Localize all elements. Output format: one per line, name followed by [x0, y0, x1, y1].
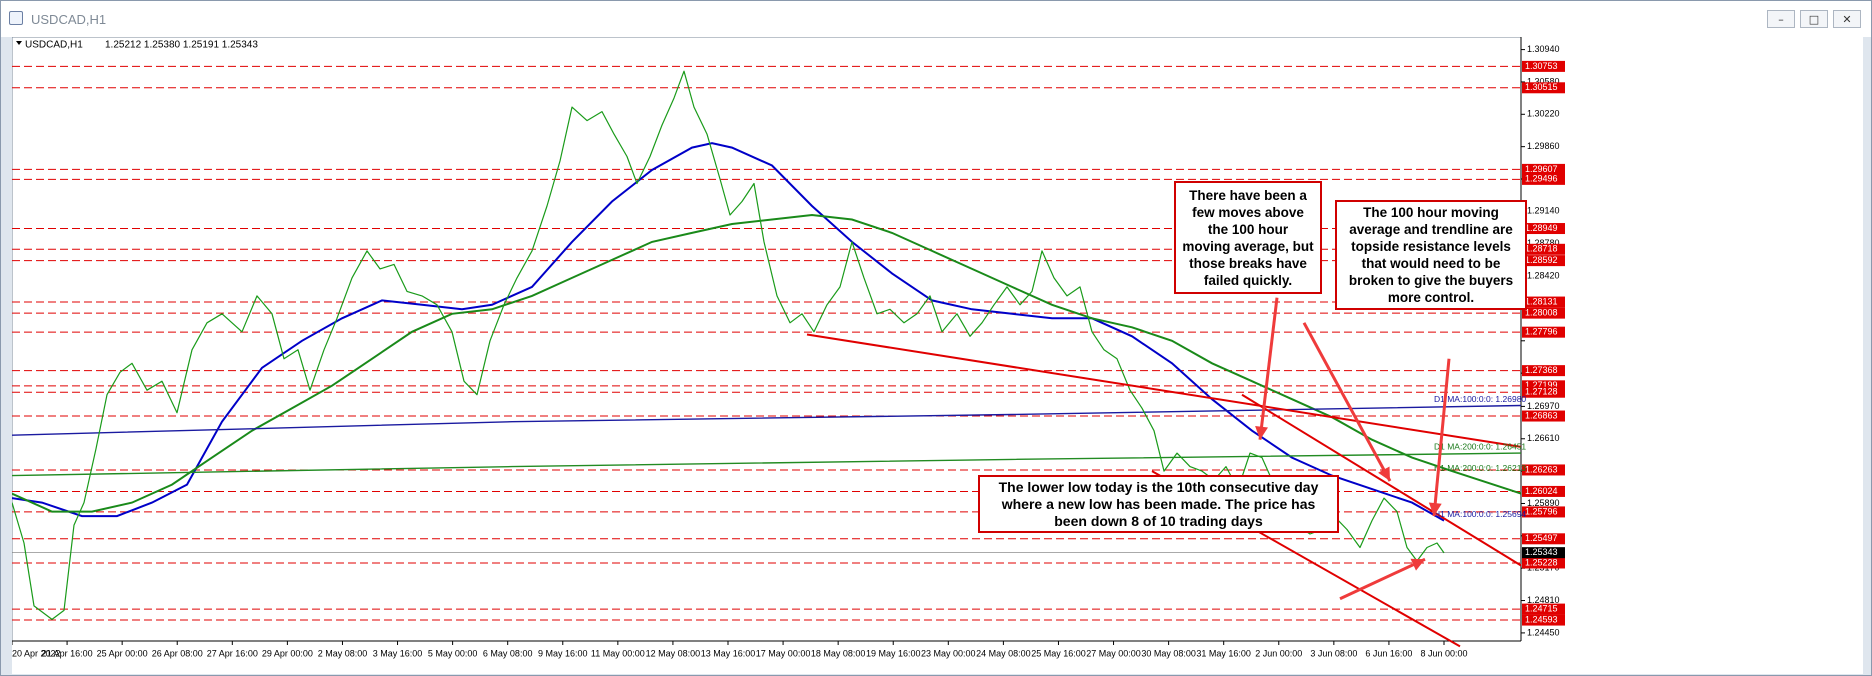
time-tick-label-12: 12 May 08:00 — [646, 648, 701, 658]
current-price-value: 1.25343 — [1525, 547, 1558, 557]
callout-resistance: The 100 hour moving average and trendlin… — [1335, 200, 1527, 310]
time-tick-label-14: 17 May 00:00 — [756, 648, 811, 658]
sr-level-value-7: 1.28131 — [1525, 296, 1558, 306]
chart-symbol: USDCAD,H1 — [25, 40, 83, 51]
time-tick-label-18: 24 May 08:00 — [976, 648, 1031, 658]
price-tick-label-11: 1.26970 — [1527, 401, 1560, 411]
price-axis[interactable] — [1521, 37, 1863, 674]
time-tick-label-17: 23 May 00:00 — [921, 648, 976, 658]
sr-level-value-10: 1.27368 — [1525, 365, 1558, 375]
sr-level-value-19: 1.24715 — [1525, 603, 1558, 613]
time-tick-label-23: 2 Jun 00:00 — [1255, 648, 1302, 658]
time-tick-label-2: 25 Apr 00:00 — [97, 648, 148, 658]
time-tick-label-13: 13 May 16:00 — [701, 648, 756, 658]
time-tick-label-11: 11 May 00:00 — [591, 648, 645, 658]
sr-level-value-5: 1.28718 — [1525, 244, 1558, 254]
time-tick-label-19: 25 May 16:00 — [1031, 648, 1086, 658]
sr-level-value-2: 1.29607 — [1525, 164, 1558, 174]
sr-level-value-18: 1.25228 — [1525, 557, 1558, 567]
price-tick-label-7: 1.28420 — [1527, 270, 1560, 280]
price-chart[interactable]: 1.309401.305801.302201.298601.295001.291… — [12, 37, 1863, 674]
sr-level-value-8: 1.28008 — [1525, 307, 1558, 317]
close-button[interactable]: ✕ — [1833, 10, 1861, 28]
sr-level-value-6: 1.28592 — [1525, 255, 1558, 265]
time-tick-label-5: 29 Apr 00:00 — [262, 648, 313, 658]
sr-level-value-4: 1.28949 — [1525, 223, 1558, 233]
window-titlebar[interactable]: USDCAD,H1 – □ ✕ — [1, 1, 1871, 37]
window-title: USDCAD,H1 — [31, 12, 107, 27]
sr-level-value-14: 1.26263 — [1525, 464, 1558, 474]
time-tick-label-20: 27 May 00:00 — [1086, 648, 1141, 658]
sr-level-value-0: 1.30753 — [1525, 61, 1558, 71]
time-tick-label-25: 6 Jun 16:00 — [1365, 648, 1412, 658]
time-tick-label-9: 6 May 08:00 — [483, 648, 533, 658]
sr-level-value-20: 1.24593 — [1525, 614, 1558, 624]
time-tick-label-6: 2 May 08:00 — [318, 648, 368, 658]
sr-level-value-17: 1.25497 — [1525, 533, 1558, 543]
price-tick-label-0: 1.30940 — [1527, 44, 1560, 54]
time-tick-label-26: 8 Jun 00:00 — [1420, 648, 1467, 658]
ma-label-1: D1 MA:200:0:0: 1.26451 — [1434, 441, 1526, 451]
time-tick-label-8: 5 May 00:00 — [428, 648, 478, 658]
price-tick-label-12: 1.26610 — [1527, 433, 1560, 443]
sr-level-value-16: 1.25796 — [1525, 506, 1558, 516]
ma-label-0: D1 MA:100:0:0: 1.26980 — [1434, 394, 1526, 404]
chart-window: USDCAD,H1 – □ ✕ 1.30940 1.30580 1.30220 1.2… — [0, 0, 1872, 676]
plot-area[interactable] — [12, 37, 1522, 642]
time-tick-label-4: 27 Apr 16:00 — [207, 648, 258, 658]
time-tick-label-24: 3 Jun 08:00 — [1310, 648, 1357, 658]
sr-level-value-13: 1.26863 — [1525, 410, 1558, 420]
ma-label-2: H1 MA:200:0:0: 1.26213 — [1434, 463, 1526, 473]
time-tick-label-10: 9 May 16:00 — [538, 648, 588, 658]
price-tick-label-5: 1.29140 — [1527, 206, 1560, 216]
sr-level-value-9: 1.27796 — [1525, 327, 1558, 337]
chart-ohlc: 1.25212 1.25380 1.25191 1.25343 — [105, 40, 258, 51]
time-tick-label-16: 19 May 16:00 — [866, 648, 921, 658]
minimize-button[interactable]: – — [1767, 10, 1795, 28]
time-tick-label-22: 31 May 16:00 — [1196, 648, 1251, 658]
price-tick-label-3: 1.29860 — [1527, 141, 1560, 151]
sr-level-value-1: 1.30515 — [1525, 82, 1558, 92]
price-tick-label-18: 1.24450 — [1527, 627, 1560, 637]
callout-failed-breaks: There have been a few moves above the 10… — [1174, 181, 1322, 294]
sr-level-value-15: 1.26024 — [1525, 486, 1558, 496]
sr-level-value-12: 1.27128 — [1525, 387, 1558, 397]
time-tick-label-15: 18 May 08:00 — [811, 648, 866, 658]
time-tick-label-3: 26 Apr 08:00 — [152, 648, 203, 658]
time-tick-label-1: 21 Apr 16:00 — [42, 648, 93, 658]
ma-label-3: H1 MA:100:0:0: 1.25694 — [1434, 509, 1526, 519]
time-tick-label-7: 3 May 16:00 — [373, 648, 423, 658]
price-tick-label-2: 1.30220 — [1527, 109, 1560, 119]
maximize-button[interactable]: □ — [1800, 10, 1828, 28]
chart-area[interactable]: 1.309401.305801.302201.298601.295001.291… — [12, 37, 1863, 674]
sr-level-value-3: 1.29496 — [1525, 174, 1558, 184]
callout-lower-low: The lower low today is the 10th consecut… — [978, 475, 1339, 533]
time-tick-label-21: 30 May 08:00 — [1141, 648, 1196, 658]
chart-window-icon — [9, 11, 23, 25]
